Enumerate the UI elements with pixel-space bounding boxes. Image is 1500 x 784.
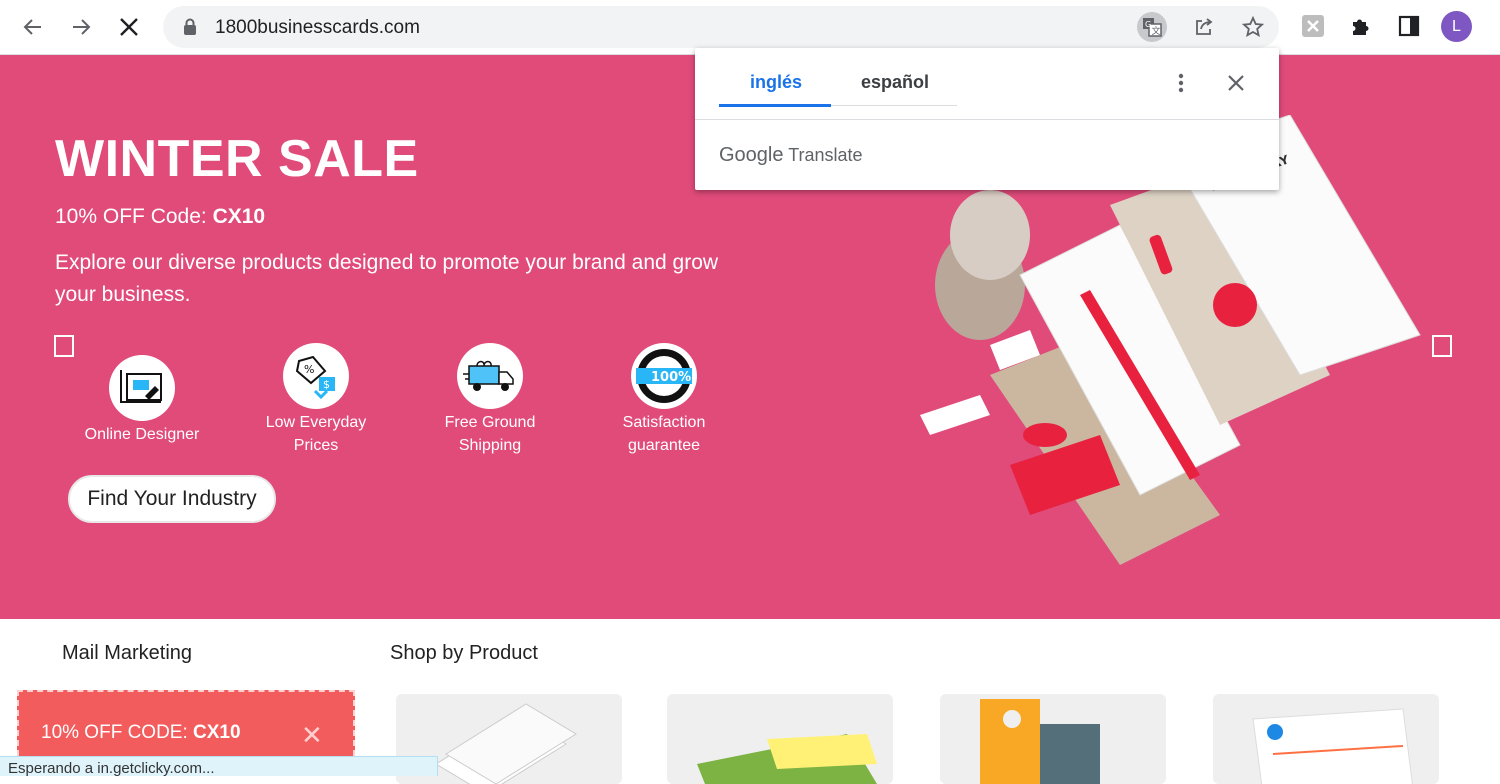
feature-satisfaction: 100% Satisfaction guarantee	[589, 343, 739, 457]
feature-label: Free Ground	[444, 414, 536, 431]
more-options-icon[interactable]	[1177, 72, 1185, 99]
postcards-image	[697, 734, 877, 784]
puzzle-icon[interactable]	[1346, 11, 1376, 41]
feature-online-designer: Online Designer	[67, 355, 217, 446]
hero-title: WINTER SALE	[55, 130, 419, 188]
feature-label: Prices	[293, 437, 339, 454]
feature-low-prices: % $ Low Everyday Prices	[241, 343, 391, 457]
google-translate-logo: Google Translate	[719, 144, 863, 167]
code-value: CX10	[212, 205, 266, 228]
product-card-postcards[interactable]	[667, 694, 893, 784]
tab-espanol[interactable]: español	[861, 72, 929, 93]
product-card-door-hangers[interactable]	[940, 694, 1166, 784]
feature-label: Online Designer	[84, 426, 200, 443]
promo-text: 10% OFF CODE: CX10	[41, 722, 241, 744]
nav-shop-by-product[interactable]: Shop by Product	[390, 642, 538, 665]
footer-brand: Google	[719, 144, 784, 166]
footer-product: Translate	[788, 145, 863, 165]
avatar[interactable]: L	[1441, 11, 1472, 42]
lock-icon[interactable]	[183, 18, 197, 41]
svg-text:$: $	[323, 378, 330, 391]
tab-ingles[interactable]: inglés	[750, 72, 802, 93]
online-designer-icon	[109, 355, 175, 421]
translate-icon[interactable]: 文G	[1137, 12, 1167, 42]
back-icon[interactable]	[16, 10, 50, 44]
door-hangers-image	[980, 699, 1100, 784]
feature-free-shipping: Free Ground Shipping	[415, 343, 565, 457]
nav-mail-marketing[interactable]: Mail Marketing	[62, 642, 192, 665]
stop-icon[interactable]	[112, 10, 146, 44]
forward-icon[interactable]	[64, 10, 98, 44]
promo-close-icon[interactable]: ✕	[301, 720, 323, 751]
guarantee-badge-icon: 100%	[631, 343, 697, 409]
svg-text:文: 文	[1152, 25, 1161, 37]
translate-popup: inglés español Google Translate	[695, 48, 1279, 190]
close-icon[interactable]	[1227, 74, 1245, 97]
svg-text:%: %	[304, 363, 314, 376]
feature-label: Satisfaction	[622, 414, 706, 431]
delivery-truck-icon	[457, 343, 523, 409]
address-bar[interactable]: 1800businesscards.com 文G	[163, 6, 1279, 48]
share-icon[interactable]	[1189, 12, 1219, 42]
find-industry-button[interactable]: Find Your Industry	[68, 475, 276, 523]
product-card-letterhead[interactable]	[1213, 694, 1439, 784]
active-tab-indicator	[719, 104, 831, 107]
hero-code: 10% OFF Code: CX10	[55, 205, 265, 229]
feature-label: guarantee	[627, 437, 701, 454]
popup-divider	[695, 119, 1279, 120]
feature-label: Low Everyday	[265, 414, 367, 431]
letterhead-image	[1252, 708, 1413, 784]
hero-description: Explore our diverse products designed to…	[55, 251, 719, 306]
promo-code: CX10	[193, 722, 241, 743]
code-label: 10% OFF Code:	[55, 205, 213, 228]
feature-label: Shipping	[458, 437, 522, 454]
status-bar: Esperando a in.getclicky.com...	[0, 756, 438, 776]
svg-text:G: G	[1145, 20, 1151, 29]
side-panel-icon[interactable]	[1394, 11, 1424, 41]
browser-toolbar: 1800businesscards.com 文G L	[0, 0, 1500, 55]
tab-divider	[831, 105, 957, 106]
svg-text:100%: 100%	[651, 370, 691, 385]
url-text[interactable]: 1800businesscards.com	[215, 17, 420, 39]
star-icon[interactable]	[1238, 12, 1268, 42]
slider-prev-button[interactable]	[54, 335, 74, 357]
promo-prefix: 10% OFF CODE:	[41, 722, 194, 743]
price-tag-icon: % $	[283, 343, 349, 409]
extension-x-icon[interactable]	[1298, 11, 1328, 41]
